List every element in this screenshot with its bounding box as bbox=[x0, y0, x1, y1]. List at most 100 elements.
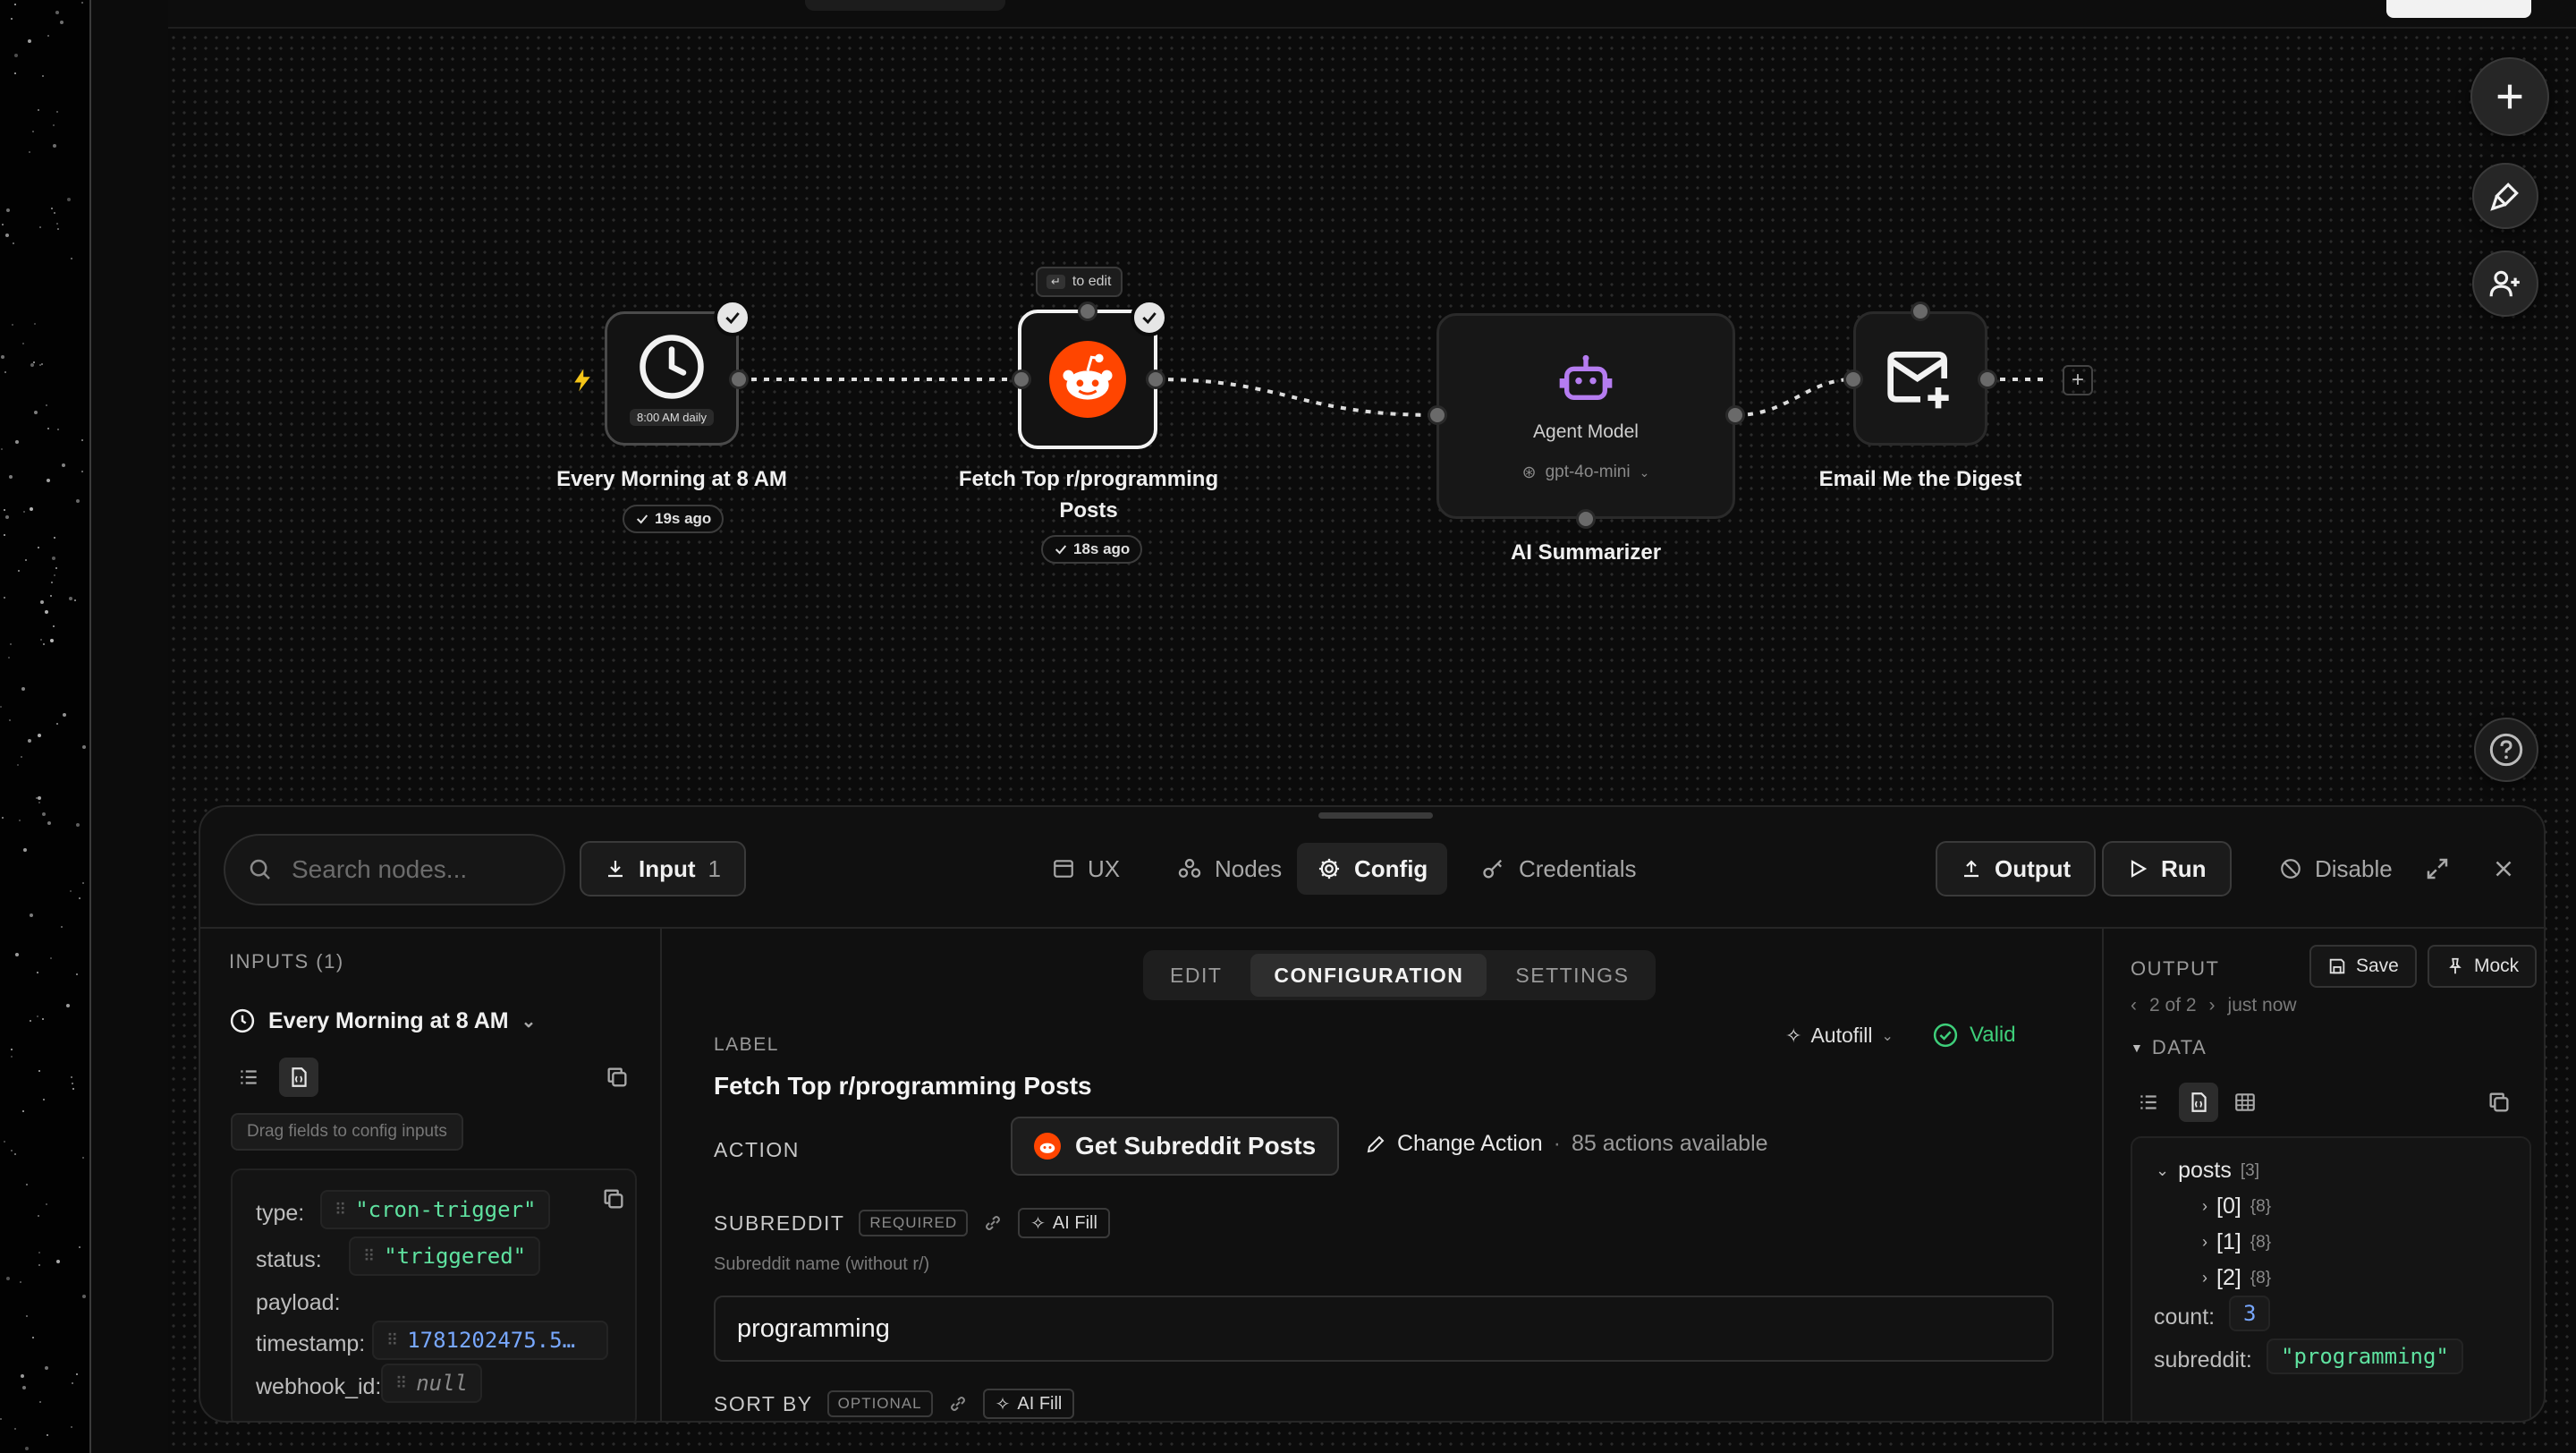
star-dot bbox=[82, 1295, 86, 1298]
segment-configuration[interactable]: CONFIGURATION bbox=[1250, 954, 1487, 997]
chevron-left-icon[interactable]: ‹ bbox=[2131, 995, 2137, 1016]
optional-tag: OPTIONAL bbox=[826, 1390, 933, 1417]
star-dot bbox=[26, 1315, 28, 1317]
field-value-webhook-id[interactable]: ⠿ null bbox=[381, 1364, 482, 1403]
copy-icon[interactable] bbox=[597, 1058, 637, 1097]
star-dot bbox=[38, 1252, 40, 1253]
close-icon[interactable] bbox=[2490, 855, 2517, 887]
disable-icon bbox=[2281, 859, 2301, 879]
copy-icon[interactable] bbox=[594, 1179, 633, 1219]
pencil-icon bbox=[1367, 1135, 1385, 1152]
output-button[interactable]: Output bbox=[1936, 841, 2097, 896]
agent-input-port[interactable] bbox=[1428, 405, 1447, 425]
tree-node-item[interactable]: › [1] {8} bbox=[2202, 1229, 2271, 1255]
field-value-timestamp[interactable]: ⠿ 1781202475.5… bbox=[372, 1321, 608, 1360]
table-view-icon[interactable] bbox=[2225, 1083, 2265, 1122]
email-output-port[interactable] bbox=[1978, 370, 1997, 389]
agent-model-select[interactable]: ⊛ gpt-4o-mini ⌄ bbox=[1522, 463, 1650, 483]
segment-settings[interactable]: SETTINGS bbox=[1492, 954, 1652, 997]
json-view-icon[interactable] bbox=[2179, 1083, 2218, 1122]
input-button[interactable]: Input 1 bbox=[580, 841, 746, 896]
action-select[interactable]: Get Subreddit Posts bbox=[1011, 1117, 1340, 1176]
tab-config[interactable]: Config bbox=[1297, 843, 1448, 895]
star-dot bbox=[19, 820, 21, 821]
tab-nodes[interactable]: Nodes bbox=[1157, 843, 1301, 895]
star-dot bbox=[71, 1426, 72, 1428]
node-config-panel: Search nodes... Input 1 UX Nodes Config bbox=[199, 805, 2546, 1423]
subreddit-input[interactable]: programming bbox=[714, 1296, 2054, 1362]
input-source-select[interactable]: Every Morning at 8 AM ⌄ bbox=[229, 1007, 536, 1034]
robot-icon bbox=[1559, 354, 1613, 400]
reddit-top-port[interactable] bbox=[1078, 302, 1097, 321]
star-dot bbox=[56, 1260, 60, 1263]
trigger-status-badge: 19s ago bbox=[623, 505, 724, 533]
add-node-plus-icon[interactable]: + bbox=[2063, 365, 2093, 395]
chevron-down-icon: ⌄ bbox=[2156, 1161, 2170, 1179]
share-button[interactable] bbox=[2472, 251, 2538, 317]
node-agent[interactable]: Agent Model ⊛ gpt-4o-mini ⌄ bbox=[1436, 313, 1735, 519]
check-icon bbox=[636, 514, 648, 524]
star-dot bbox=[38, 1215, 39, 1217]
link-icon[interactable] bbox=[982, 1212, 1004, 1234]
output-data-tree: ⌄ posts [3] › [0] {8} › [1] {8} › [2] {8… bbox=[2131, 1136, 2531, 1421]
tree-node-item[interactable]: › [0] {8} bbox=[2202, 1194, 2271, 1219]
star-dot bbox=[79, 1246, 80, 1248]
reddit-input-port[interactable] bbox=[1012, 370, 1031, 389]
link-icon[interactable] bbox=[947, 1393, 969, 1415]
save-icon bbox=[2329, 958, 2345, 974]
mock-button[interactable]: Mock bbox=[2428, 945, 2538, 988]
star-dot bbox=[72, 1083, 73, 1084]
star-dot bbox=[72, 1088, 74, 1090]
autofill-button[interactable]: ✧ Autofill ⌄ bbox=[1785, 1024, 1894, 1048]
list-view-icon[interactable] bbox=[2129, 1083, 2168, 1122]
chevron-right-icon[interactable]: › bbox=[2209, 995, 2216, 1016]
help-icon bbox=[2489, 733, 2523, 767]
node-email[interactable] bbox=[1853, 311, 1987, 446]
star-dot bbox=[23, 848, 27, 852]
run-button[interactable]: Run bbox=[2102, 841, 2232, 896]
label-value[interactable]: Fetch Top r/programming Posts bbox=[714, 1072, 1092, 1100]
star-dot bbox=[42, 1018, 44, 1020]
data-section-toggle[interactable]: ▼ DATA bbox=[2131, 1036, 2207, 1059]
json-view-icon[interactable] bbox=[279, 1058, 318, 1097]
segment-edit[interactable]: EDIT bbox=[1147, 954, 1245, 997]
trigger-output-port[interactable] bbox=[729, 370, 749, 389]
node-trigger[interactable]: 8:00 AM daily bbox=[605, 311, 739, 446]
disable-button[interactable]: Disable bbox=[2259, 843, 2412, 895]
email-top-port[interactable] bbox=[1911, 302, 1930, 321]
tab-ux[interactable]: UX bbox=[1032, 843, 1140, 895]
star-dot bbox=[30, 913, 33, 917]
star-dot bbox=[82, 1157, 84, 1159]
add-button[interactable] bbox=[2470, 57, 2549, 136]
style-button[interactable] bbox=[2472, 163, 2538, 229]
field-value-status[interactable]: ⠿ "triggered" bbox=[349, 1236, 541, 1276]
key-icon bbox=[1483, 859, 1502, 879]
list-view-icon[interactable] bbox=[229, 1058, 268, 1097]
output-value-subreddit[interactable]: "programming" bbox=[2267, 1338, 2463, 1374]
ai-fill-button[interactable]: ✧ AI Fill bbox=[1018, 1208, 1110, 1238]
tree-node-posts[interactable]: ⌄ posts [3] bbox=[2156, 1158, 2259, 1184]
subreddit-field-header: SUBREDDIT REQUIRED ✧ AI Fill bbox=[714, 1208, 1110, 1238]
help-button[interactable] bbox=[2474, 718, 2538, 782]
field-value-type[interactable]: ⠿ "cron-trigger" bbox=[320, 1190, 551, 1229]
save-button[interactable]: Save bbox=[2309, 945, 2417, 988]
node-reddit-title: Fetch Top r/programming Posts bbox=[958, 467, 1219, 523]
tab-credentials[interactable]: Credentials bbox=[1462, 843, 1657, 895]
ai-fill-button[interactable]: ✧ AI Fill bbox=[982, 1389, 1075, 1419]
agent-bottom-port[interactable] bbox=[1576, 509, 1596, 529]
email-input-port[interactable] bbox=[1843, 370, 1863, 389]
change-action-button[interactable]: Change Action · 85 actions available bbox=[1365, 1131, 1768, 1157]
star-dot bbox=[61, 926, 63, 928]
node-trigger-title: Every Morning at 8 AM bbox=[556, 467, 787, 491]
agent-output-port[interactable] bbox=[1725, 405, 1745, 425]
expand-icon[interactable] bbox=[2424, 855, 2451, 887]
tree-node-item[interactable]: › [2] {8} bbox=[2202, 1265, 2271, 1291]
output-value-count[interactable]: 3 bbox=[2229, 1296, 2271, 1331]
output-key-count: count: bbox=[2154, 1304, 2216, 1330]
copy-icon[interactable] bbox=[2479, 1083, 2519, 1122]
chevron-down-icon: ⌄ bbox=[1639, 464, 1650, 480]
panel-resize-handle[interactable] bbox=[1318, 812, 1433, 819]
reddit-output-port[interactable] bbox=[1146, 370, 1165, 389]
triangle-down-icon: ▼ bbox=[2131, 1041, 2143, 1055]
search-input[interactable]: Search nodes... bbox=[224, 834, 565, 905]
